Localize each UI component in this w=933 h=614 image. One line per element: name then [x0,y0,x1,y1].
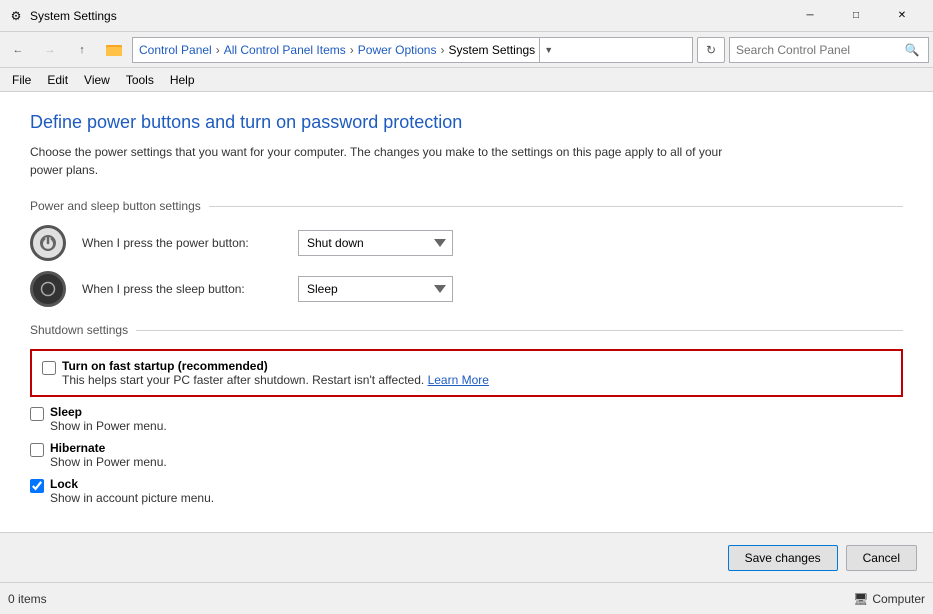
shutdown-section: Shutdown settings Turn on fast startup (… [30,323,903,505]
fast-startup-label: Turn on fast startup (recommended) [62,359,489,373]
close-button[interactable]: ✕ [879,0,925,32]
menu-edit[interactable]: Edit [39,71,76,89]
sleep-button-label: When I press the sleep button: [82,282,282,296]
shutdown-section-header: Shutdown settings [30,323,903,337]
hibernate-label: Hibernate [50,441,167,455]
fast-startup-box: Turn on fast startup (recommended) This … [30,349,903,397]
cancel-button[interactable]: Cancel [846,545,917,571]
up-button[interactable]: ↑ [68,37,96,63]
sleep-checkbox[interactable] [30,407,44,421]
save-changes-button[interactable]: Save changes [728,545,838,571]
menu-tools[interactable]: Tools [118,71,162,89]
page-title: Define power buttons and turn on passwor… [30,112,903,133]
sleep-button-dropdown[interactable]: Sleep Hibernate Shut down Turn off the d… [298,276,453,302]
search-input[interactable] [736,43,902,57]
bottom-bar: Save changes Cancel [0,532,933,582]
fast-startup-sublabel: This helps start your PC faster after sh… [62,373,489,387]
hibernate-checkbox-row: Hibernate Show in Power menu. [30,441,903,469]
status-right: 🖥 Computer [853,592,925,606]
sleep-checkbox-row: Sleep Show in Power menu. [30,405,903,433]
status-items-count: 0 items [8,592,853,606]
lock-label: Lock [50,477,214,491]
title-bar: ⚙ System Settings ─ □ ✕ [0,0,933,32]
menu-bar: File Edit View Tools Help [0,68,933,92]
fast-startup-row: Turn on fast startup (recommended) This … [42,359,891,387]
breadcrumb: Control Panel › All Control Panel Items … [132,37,693,63]
menu-help[interactable]: Help [162,71,203,89]
breadcrumb-power-options[interactable]: Power Options [358,43,437,57]
power-button-icon [30,225,66,261]
learn-more-link[interactable]: Learn More [428,373,489,387]
fast-startup-checkbox[interactable] [42,361,56,375]
hibernate-checkbox[interactable] [30,443,44,457]
menu-file[interactable]: File [4,71,39,89]
power-button-label: When I press the power button: [82,236,282,250]
computer-label: Computer [872,592,925,606]
minimize-button[interactable]: ─ [787,0,833,32]
back-button[interactable]: ← [4,37,32,63]
lock-sublabel: Show in account picture menu. [50,491,214,505]
sleep-button-icon [30,271,66,307]
sleep-button-row: When I press the sleep button: Sleep Hib… [30,271,903,307]
breadcrumb-dropdown-button[interactable]: ▼ [539,37,557,63]
power-button-dropdown[interactable]: Shut down Sleep Hibernate Turn off the d… [298,230,453,256]
page-description: Choose the power settings that you want … [30,143,730,179]
window-title: System Settings [30,9,787,23]
maximize-button[interactable]: □ [833,0,879,32]
main-content: Define power buttons and turn on passwor… [0,92,933,532]
menu-view[interactable]: View [76,71,118,89]
breadcrumb-all-items[interactable]: All Control Panel Items [224,43,346,57]
power-button-row: When I press the power button: Shut down… [30,225,903,261]
status-bar: 0 items 🖥 Computer [0,582,933,614]
title-bar-controls: ─ □ ✕ [787,0,925,32]
window-icon: ⚙ [8,8,24,24]
breadcrumb-current: System Settings [448,43,535,57]
breadcrumb-control-panel[interactable]: Control Panel [139,43,212,57]
search-button[interactable]: 🔍 [902,40,922,60]
lock-checkbox-row: Lock Show in account picture menu. [30,477,903,505]
sleep-label: Sleep [50,405,167,419]
computer-icon: 🖥 [853,592,868,606]
lock-checkbox[interactable] [30,479,44,493]
address-bar: ← → ↑ Control Panel › All Control Panel … [0,32,933,68]
power-sleep-section-header: Power and sleep button settings [30,199,903,213]
search-box: 🔍 [729,37,929,63]
folder-icon [106,42,122,58]
sleep-sublabel: Show in Power menu. [50,419,167,433]
hibernate-sublabel: Show in Power menu. [50,455,167,469]
forward-button[interactable]: → [36,37,64,63]
refresh-button[interactable]: ↻ [697,37,725,63]
